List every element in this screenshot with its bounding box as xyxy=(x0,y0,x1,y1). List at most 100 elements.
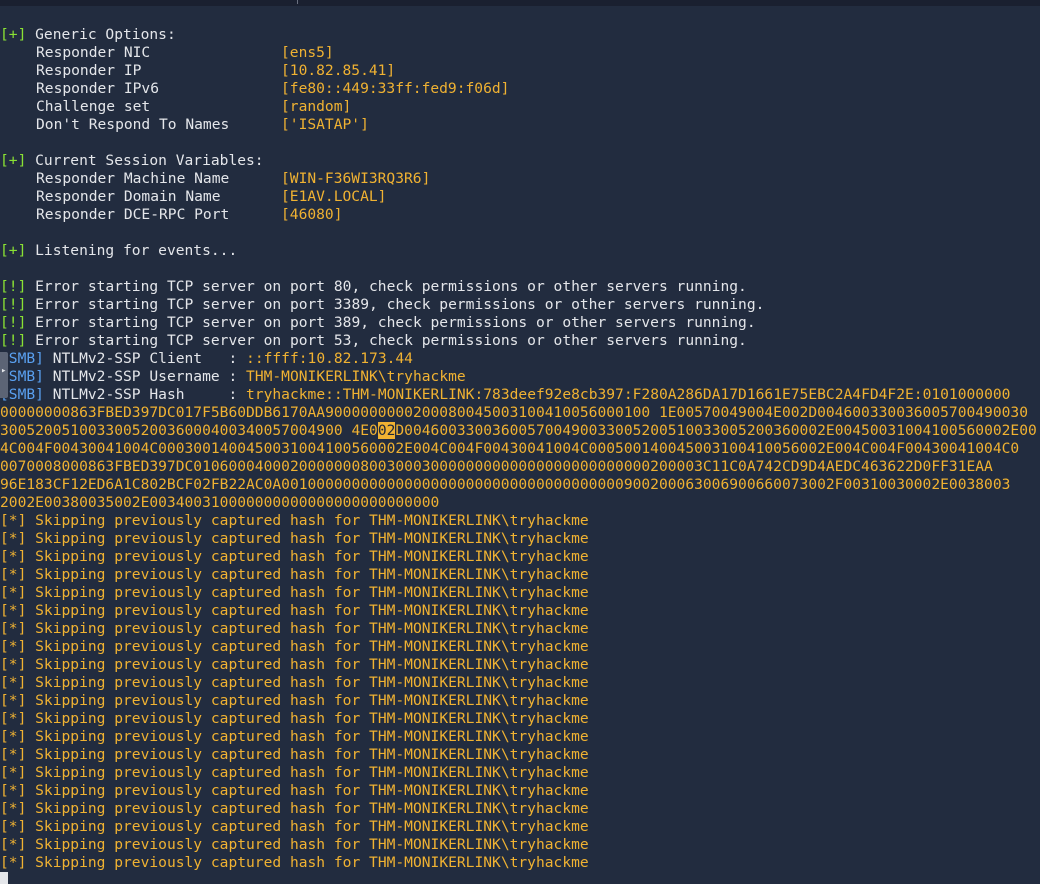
skip-line: [*] Skipping previously captured hash fo… xyxy=(0,674,1040,692)
option-label: Don't Respond To Names xyxy=(36,116,230,133)
skip-user: THM-MONIKERLINK\tryhackme xyxy=(369,548,589,565)
skip-tag: [*] xyxy=(0,674,27,691)
listening-text: Listening for events... xyxy=(26,242,238,259)
session-value: [E1AV.LOCAL] xyxy=(281,188,387,205)
section-title: Generic Options: xyxy=(26,26,176,43)
skip-tag: [*] xyxy=(0,692,27,709)
option-label: Responder IP xyxy=(36,62,142,79)
status-tag: [+] xyxy=(0,242,27,259)
skip-text: Skipping previously captured hash for xyxy=(26,854,370,871)
hash-value: tryhackme::THM-MONIKERLINK:783deef92e8cb… xyxy=(246,386,1011,403)
option-value: [ens5] xyxy=(281,44,334,61)
skip-line: [*] Skipping previously captured hash fo… xyxy=(0,530,1040,548)
skip-tag: [*] xyxy=(0,818,27,835)
skip-user: THM-MONIKERLINK\tryhackme xyxy=(369,512,589,529)
option-value: [fe80::449:33ff:fed9:f06d] xyxy=(281,80,510,97)
smb-client-line: [SMB] NTLMv2-SSP Client : ::ffff:10.82.1… xyxy=(0,350,1040,368)
error-text: Error starting TCP server on port 80, ch… xyxy=(26,278,747,295)
option-label: Responder IPv6 xyxy=(36,80,160,97)
skip-line: [*] Skipping previously captured hash fo… xyxy=(0,836,1040,854)
hash-continuation: 300520051003300520036000400340057004900 … xyxy=(0,422,1040,440)
skip-tag: [*] xyxy=(0,800,27,817)
skip-text: Skipping previously captured hash for xyxy=(26,728,370,745)
skip-text: Skipping previously captured hash for xyxy=(26,620,370,637)
hash-continuation: 00000000863FBED397DC017F5B60DDB6170AA900… xyxy=(0,404,1028,421)
skip-text: Skipping previously captured hash for xyxy=(26,512,370,529)
skip-user: THM-MONIKERLINK\tryhackme xyxy=(369,656,589,673)
skip-user: THM-MONIKERLINK\tryhackme xyxy=(369,620,589,637)
skip-user: THM-MONIKERLINK\tryhackme xyxy=(369,728,589,745)
skip-tag: [*] xyxy=(0,602,27,619)
section-title: Current Session Variables: xyxy=(26,152,264,169)
skip-text: Skipping previously captured hash for xyxy=(26,746,370,763)
skip-tag: [*] xyxy=(0,584,27,601)
option-row: Responder NIC [ens5] xyxy=(0,44,1040,62)
status-tag: [+] xyxy=(0,152,27,169)
skip-user: THM-MONIKERLINK\tryhackme xyxy=(369,638,589,655)
skip-tag: [*] xyxy=(0,566,27,583)
option-value: ['ISATAP'] xyxy=(281,116,369,133)
session-variables-header: [+] Current Session Variables: xyxy=(0,152,1040,170)
skip-user: THM-MONIKERLINK\tryhackme xyxy=(369,710,589,727)
status-tag: [+] xyxy=(0,26,27,43)
session-label: Responder DCE-RPC Port xyxy=(36,206,230,223)
session-row: Responder Machine Name [WIN-F36WI3RQ3R6] xyxy=(0,170,1040,188)
side-panel-handle[interactable]: ▸ xyxy=(0,352,8,398)
session-label: Responder Machine Name xyxy=(36,170,230,187)
terminal-top-bar xyxy=(0,0,1040,6)
skip-line: [*] Skipping previously captured hash fo… xyxy=(0,512,1040,530)
smb-hash-line: [SMB] NTLMv2-SSP Hash : tryhackme::THM-M… xyxy=(0,386,1040,404)
error-tag: [!] xyxy=(0,296,27,313)
skip-tag: [*] xyxy=(0,782,27,799)
skip-tag: [*] xyxy=(0,548,27,565)
skip-line: [*] Skipping previously captured hash fo… xyxy=(0,620,1040,638)
option-label: Responder NIC xyxy=(36,44,151,61)
skip-user: THM-MONIKERLINK\tryhackme xyxy=(369,800,589,817)
skip-text: Skipping previously captured hash for xyxy=(26,836,370,853)
skip-user: THM-MONIKERLINK\tryhackme xyxy=(369,530,589,547)
smb-label: NTLMv2-SSP Hash : xyxy=(43,386,247,403)
skip-tag: [*] xyxy=(0,512,27,529)
skip-user: THM-MONIKERLINK\tryhackme xyxy=(369,584,589,601)
hash-continuation: 4C004F00430041004C0003001400450031004100… xyxy=(0,440,1020,457)
terminal-cursor xyxy=(0,872,8,884)
skip-tag: [*] xyxy=(0,620,27,637)
session-row: Responder DCE-RPC Port [46080] xyxy=(0,206,1040,224)
skip-line: [*] Skipping previously captured hash fo… xyxy=(0,746,1040,764)
skip-tag: [*] xyxy=(0,728,27,745)
error-tag: [!] xyxy=(0,278,27,295)
skip-user: THM-MONIKERLINK\tryhackme xyxy=(369,674,589,691)
error-text: Error starting TCP server on port 389, c… xyxy=(26,314,756,331)
skip-user: THM-MONIKERLINK\tryhackme xyxy=(369,782,589,799)
skip-user: THM-MONIKERLINK\tryhackme xyxy=(369,566,589,583)
skip-line: [*] Skipping previously captured hash fo… xyxy=(0,638,1040,656)
skip-text: Skipping previously captured hash for xyxy=(26,818,370,835)
skip-line: [*] Skipping previously captured hash fo… xyxy=(0,782,1040,800)
skip-user: THM-MONIKERLINK\tryhackme xyxy=(369,764,589,781)
smb-username-value: THM-MONIKERLINK\tryhackme xyxy=(246,368,466,385)
skip-tag: [*] xyxy=(0,746,27,763)
skip-line: [*] Skipping previously captured hash fo… xyxy=(0,710,1040,728)
error-tag: [!] xyxy=(0,332,27,349)
selection-highlight: 02 xyxy=(377,422,396,439)
skip-user: THM-MONIKERLINK\tryhackme xyxy=(369,692,589,709)
smb-label: NTLMv2-SSP Client : xyxy=(43,350,247,367)
skip-user: THM-MONIKERLINK\tryhackme xyxy=(369,746,589,763)
error-text: Error starting TCP server on port 3389, … xyxy=(26,296,765,313)
error-text: Error starting TCP server on port 53, ch… xyxy=(26,332,747,349)
skip-text: Skipping previously captured hash for xyxy=(26,656,370,673)
session-value: [WIN-F36WI3RQ3R6] xyxy=(281,170,431,187)
skip-tag: [*] xyxy=(0,764,27,781)
listening-line: [+] Listening for events... xyxy=(0,242,1040,260)
hash-continuation: 96E183CF12ED6A1C802BCF02FB22AC0A00100000… xyxy=(0,476,1011,493)
skip-user: THM-MONIKERLINK\tryhackme xyxy=(369,818,589,835)
skip-line: [*] Skipping previously captured hash fo… xyxy=(0,764,1040,782)
skip-tag: [*] xyxy=(0,656,27,673)
skip-line: [*] Skipping previously captured hash fo… xyxy=(0,548,1040,566)
error-tag: [!] xyxy=(0,314,27,331)
skip-line: [*] Skipping previously captured hash fo… xyxy=(0,800,1040,818)
expand-arrow-icon[interactable]: ▸ xyxy=(1,367,6,376)
generic-options-header: [+] Generic Options: xyxy=(0,26,1040,44)
skip-text: Skipping previously captured hash for xyxy=(26,566,370,583)
option-value: [10.82.85.41] xyxy=(281,62,396,79)
